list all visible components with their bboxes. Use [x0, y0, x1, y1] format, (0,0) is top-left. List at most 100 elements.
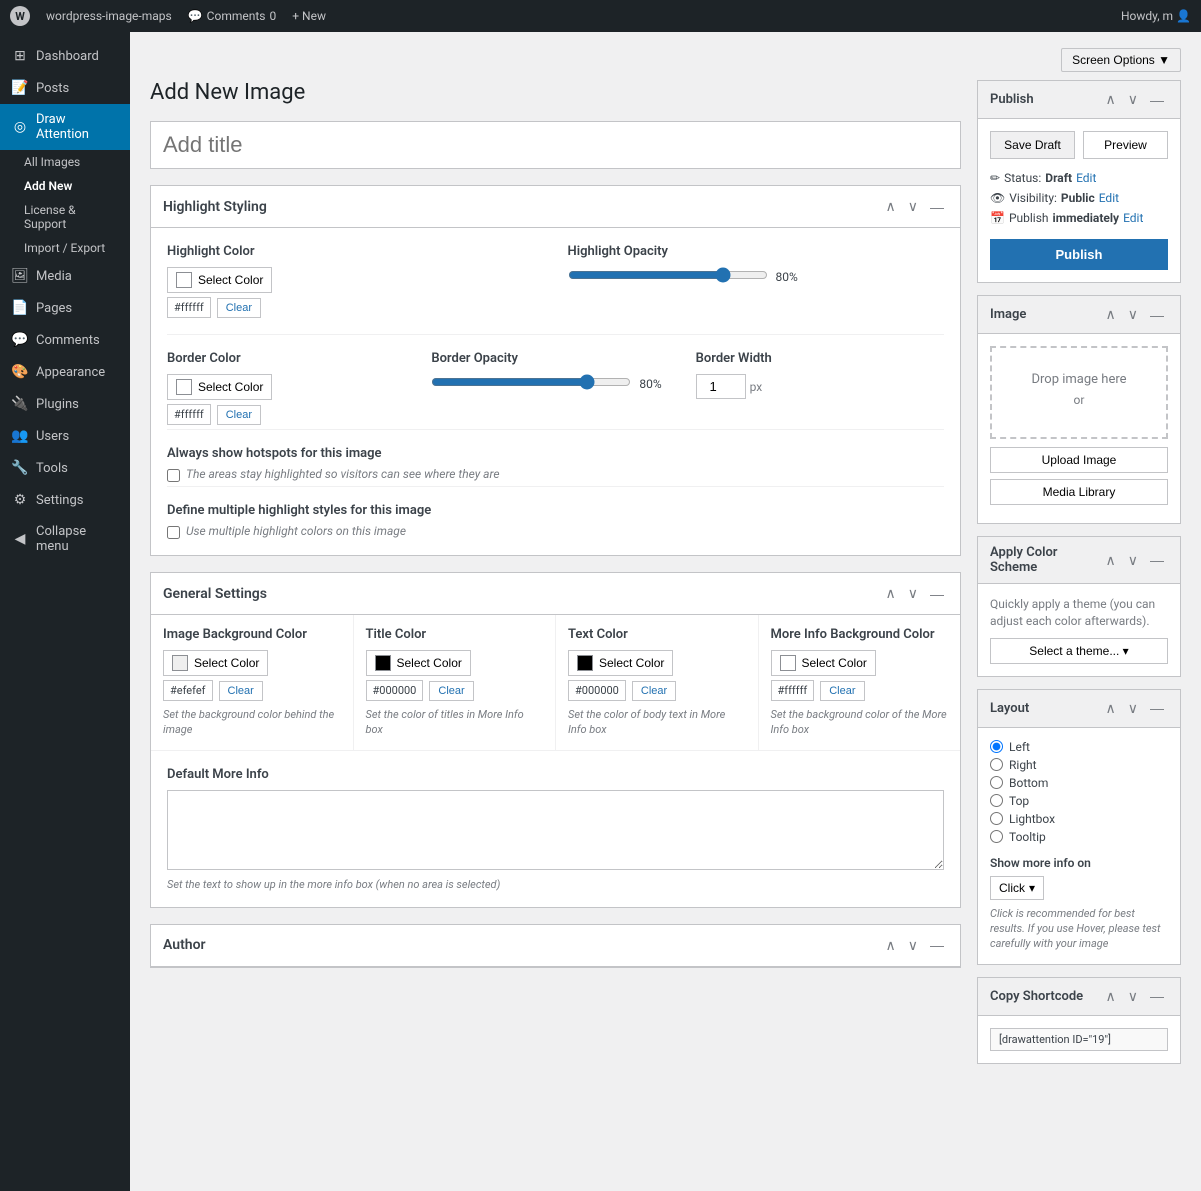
wp-logo-icon[interactable]: W: [10, 6, 30, 26]
gs-panel-down-button[interactable]: ∨: [904, 583, 922, 604]
border-opacity-value: 80%: [639, 377, 661, 391]
image-bg-color-picker-button[interactable]: Select Color: [163, 650, 268, 676]
publish-button[interactable]: Publish: [990, 239, 1168, 270]
text-color-swatch: [577, 655, 593, 671]
panel-toggle-button[interactable]: —: [926, 196, 948, 217]
layout-radio-bottom[interactable]: [990, 776, 1003, 789]
visibility-edit-link[interactable]: Edit: [1099, 191, 1119, 205]
publish-down-button[interactable]: ∨: [1124, 89, 1142, 110]
panel-down-button[interactable]: ∨: [904, 196, 922, 217]
sidebar-item-import-export[interactable]: Import / Export: [12, 236, 130, 260]
publish-up-button[interactable]: ∧: [1102, 89, 1120, 110]
always-show-checkbox[interactable]: [167, 469, 180, 482]
sidebar-item-license-support[interactable]: License & Support: [12, 198, 130, 236]
layout-radio-lightbox[interactable]: [990, 812, 1003, 825]
sidebar-item-users[interactable]: 👥 Users: [0, 420, 130, 452]
image-bg-clear-button[interactable]: Clear: [219, 681, 263, 701]
layout-option-right[interactable]: Right: [990, 758, 1168, 772]
sidebar-item-all-images[interactable]: All Images: [12, 150, 130, 174]
image-down-button[interactable]: ∨: [1124, 304, 1142, 325]
color-scheme-down-button[interactable]: ∨: [1124, 550, 1142, 571]
default-more-info-textarea[interactable]: [167, 790, 944, 870]
sidebar-item-plugins[interactable]: 🔌 Plugins: [0, 388, 130, 420]
highlight-hex-value: #ffffff: [167, 297, 211, 318]
border-color-picker-button[interactable]: Select Color: [167, 374, 272, 400]
sidebar-item-appearance[interactable]: 🎨 Appearance: [0, 356, 130, 388]
layout-option-lightbox[interactable]: Lightbox: [990, 812, 1168, 826]
highlight-color-picker-button[interactable]: Select Color: [167, 267, 272, 293]
gs-panel-toggle-button[interactable]: —: [926, 583, 948, 604]
save-draft-button[interactable]: Save Draft: [990, 131, 1075, 159]
layout-radio-left[interactable]: [990, 740, 1003, 753]
publish-toggle-button[interactable]: —: [1146, 89, 1168, 110]
sidebar-item-posts[interactable]: 📝 Posts: [0, 72, 130, 104]
color-scheme-toggle-button[interactable]: —: [1146, 550, 1168, 571]
copy-shortcode-up-button[interactable]: ∧: [1102, 986, 1120, 1007]
layout-option-left[interactable]: Left: [990, 740, 1168, 754]
color-scheme-body: Quickly apply a theme (you can adjust ea…: [978, 584, 1180, 676]
text-color-clear-button[interactable]: Clear: [632, 681, 676, 701]
color-scheme-desc: Quickly apply a theme (you can adjust ea…: [990, 596, 1168, 630]
preview-button[interactable]: Preview: [1083, 131, 1168, 159]
panel-up-button[interactable]: ∧: [882, 196, 900, 217]
layout-option-bottom[interactable]: Bottom: [990, 776, 1168, 790]
copy-shortcode-down-button[interactable]: ∨: [1124, 986, 1142, 1007]
author-panel-down-button[interactable]: ∨: [904, 935, 922, 956]
click-dropdown-icon: ▾: [1029, 881, 1035, 895]
highlight-styling-header: Highlight Styling ∧ ∨ —: [151, 186, 960, 228]
sidebar-item-collapse[interactable]: ◀ Collapse menu: [0, 516, 130, 562]
layout-up-button[interactable]: ∧: [1102, 698, 1120, 719]
layout-option-tooltip[interactable]: Tooltip: [990, 830, 1168, 844]
theme-select-dropdown[interactable]: Select a theme... ▾: [990, 638, 1168, 664]
sidebar-item-settings[interactable]: ⚙ Settings: [0, 484, 130, 516]
layout-radio-tooltip[interactable]: [990, 830, 1003, 843]
sidebar-item-dashboard[interactable]: ⊞ Dashboard: [0, 40, 130, 72]
sidebar-item-media[interactable]: 🖼 Media: [0, 260, 130, 292]
more-info-bg-clear-button[interactable]: Clear: [820, 681, 864, 701]
author-panel-up-button[interactable]: ∧: [882, 935, 900, 956]
border-width-input[interactable]: [696, 374, 746, 399]
topbar-new[interactable]: + New: [292, 9, 326, 23]
sidebar-item-tools[interactable]: 🔧 Tools: [0, 452, 130, 484]
upload-image-button[interactable]: Upload Image: [990, 447, 1168, 473]
topbar-site-name[interactable]: wordpress-image-maps: [46, 9, 172, 23]
status-edit-link[interactable]: Edit: [1076, 171, 1096, 185]
sidebar-item-pages[interactable]: 📄 Pages: [0, 292, 130, 324]
author-panel-toggle-button[interactable]: —: [926, 935, 948, 956]
text-color-picker-button[interactable]: Select Color: [568, 650, 673, 676]
drop-area[interactable]: Drop image here or: [990, 346, 1168, 439]
layout-panel-controls: ∧ ∨ —: [1102, 698, 1169, 719]
more-info-bg-picker-button[interactable]: Select Color: [771, 650, 876, 676]
border-opacity-slider[interactable]: [431, 374, 631, 390]
copy-shortcode-toggle-button[interactable]: —: [1146, 986, 1168, 1007]
layout-down-button[interactable]: ∨: [1124, 698, 1142, 719]
topbar-comments[interactable]: 💬 Comments 0: [188, 9, 277, 23]
title-input[interactable]: [150, 121, 961, 169]
title-color-picker-button[interactable]: Select Color: [366, 650, 471, 676]
highlight-clear-button[interactable]: Clear: [217, 298, 261, 318]
image-up-button[interactable]: ∧: [1102, 304, 1120, 325]
layout-radio-right[interactable]: [990, 758, 1003, 771]
layout-toggle-button[interactable]: —: [1146, 698, 1168, 719]
screen-options-button[interactable]: Screen Options ▼: [1061, 48, 1181, 72]
gs-panel-up-button[interactable]: ∧: [882, 583, 900, 604]
show-more-dropdown[interactable]: Click ▾: [990, 876, 1044, 900]
sidebar-item-draw-attention[interactable]: ◎ Draw Attention: [0, 104, 130, 150]
panel-controls: ∧ ∨ —: [882, 196, 949, 217]
title-color-clear-button[interactable]: Clear: [429, 681, 473, 701]
media-library-button[interactable]: Media Library: [990, 479, 1168, 505]
publish-date-edit-link[interactable]: Edit: [1123, 211, 1143, 225]
highlight-opacity-slider[interactable]: [568, 267, 768, 283]
sidebar-item-add-new[interactable]: Add New: [12, 174, 130, 198]
image-bg-hex-row: #efefef Clear: [163, 680, 341, 701]
border-clear-button[interactable]: Clear: [217, 405, 261, 425]
sidebar-item-comments[interactable]: 💬 Comments: [0, 324, 130, 356]
shortcode-value[interactable]: [drawattention ID="19"]: [990, 1028, 1168, 1051]
layout-option-top[interactable]: Top: [990, 794, 1168, 808]
color-scheme-up-button[interactable]: ∧: [1102, 550, 1120, 571]
general-settings-header: General Settings ∧ ∨ —: [151, 573, 960, 615]
multiple-highlight-checkbox[interactable]: [167, 526, 180, 539]
highlight-styling-panel: Highlight Styling ∧ ∨ — Highlight Color: [150, 185, 961, 556]
image-toggle-button[interactable]: —: [1146, 304, 1168, 325]
layout-radio-top[interactable]: [990, 794, 1003, 807]
